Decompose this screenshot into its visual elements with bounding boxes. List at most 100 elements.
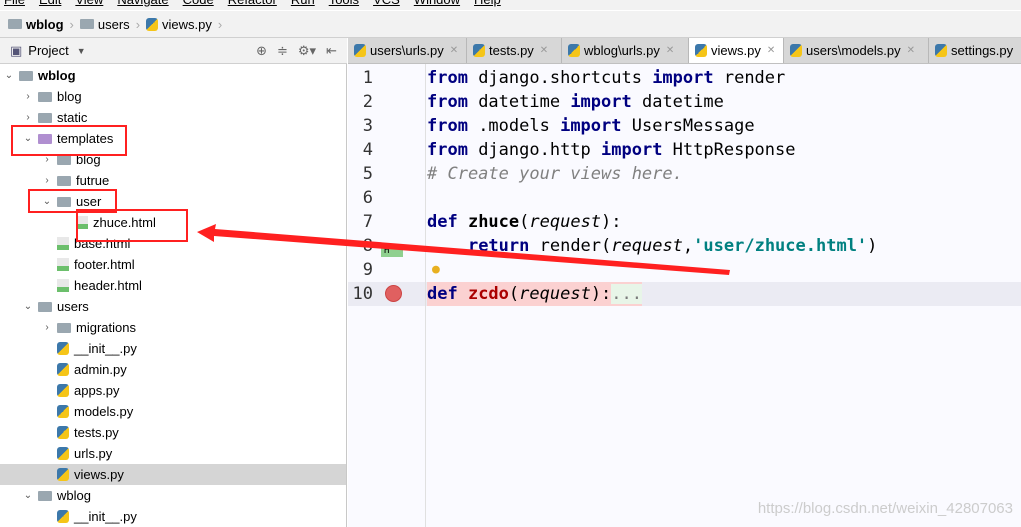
tree-item[interactable]: __init__.py [0, 338, 346, 359]
folder-icon [79, 19, 94, 29]
python-file-icon [695, 44, 707, 57]
close-icon[interactable]: ✕ [767, 45, 775, 56]
tree-item[interactable]: base.html [0, 233, 346, 254]
python-file-icon [57, 405, 69, 418]
tab[interactable]: users\urls.py ✕ [348, 38, 467, 63]
tree-item[interactable]: › blog [0, 86, 346, 107]
menu-item[interactable]: Help [474, 0, 501, 10]
gear-icon[interactable]: ⚙▾ [298, 43, 316, 59]
lightbulb-icon[interactable]: ● [432, 258, 440, 282]
tree-item[interactable]: urls.py [0, 443, 346, 464]
line-number: 8 [362, 236, 373, 256]
chevron-right-icon[interactable]: › [42, 154, 52, 165]
tab-label: users\models.py [806, 43, 901, 58]
menu-item[interactable]: VCS [373, 0, 400, 10]
tree-item[interactable]: views.py [0, 464, 346, 485]
menu-item[interactable]: Run [291, 0, 315, 10]
line-number: 4 [362, 140, 373, 160]
tree-item[interactable]: __init__.py [0, 506, 346, 527]
close-icon[interactable]: ✕ [666, 45, 674, 56]
tree-item-label: futrue [76, 173, 110, 188]
html-template-gutter-icon[interactable]: H [381, 246, 403, 257]
python-file-icon [57, 384, 69, 397]
code-line: 4 from django.http import HttpResponse [348, 138, 1021, 162]
tree-item[interactable]: header.html [0, 275, 346, 296]
project-dropdown[interactable]: Project [28, 43, 68, 58]
tab[interactable]: settings.py [929, 38, 1021, 63]
chevron-down-icon[interactable]: ⌄ [23, 490, 33, 501]
chevron-right-icon: › [135, 16, 141, 32]
tree-item[interactable]: ⌄ templates [0, 128, 346, 149]
line-number: 10 [352, 284, 373, 304]
tree-item[interactable]: ⌄ users [0, 296, 346, 317]
code-line: 9 ● [348, 258, 1021, 282]
tree-item[interactable]: apps.py [0, 380, 346, 401]
breadcrumb-users[interactable]: users [79, 17, 130, 32]
tree-item-label: static [57, 110, 88, 125]
menu-item[interactable]: Navigate [117, 0, 168, 10]
close-icon[interactable]: ✕ [540, 45, 548, 56]
line-number: 6 [362, 188, 373, 208]
tree-item[interactable]: footer.html [0, 254, 346, 275]
breadcrumb-wblog[interactable]: wblog [8, 17, 64, 32]
line-number: 2 [362, 92, 373, 112]
chevron-right-icon[interactable]: › [23, 91, 33, 102]
menu-item[interactable]: Refactor [228, 0, 277, 10]
project-toolbar: ▣ Project ▼ ⊕ ≑ ⚙▾ ⇤ [0, 38, 347, 64]
tree-item[interactable]: ⌄ wblog [0, 485, 346, 506]
chevron-right-icon[interactable]: › [23, 112, 33, 123]
folder-icon [38, 301, 52, 312]
chevron-down-icon[interactable]: ⌄ [23, 301, 33, 312]
tree-item-label: admin.py [74, 362, 127, 377]
collapse-all-icon[interactable]: ≑ [277, 43, 288, 59]
tree-item-label: apps.py [74, 383, 120, 398]
html-file-icon [76, 216, 88, 229]
chevron-down-icon[interactable]: ⌄ [23, 133, 33, 144]
tree-item[interactable]: › static [0, 107, 346, 128]
menu-item[interactable]: Window [414, 0, 460, 10]
tree-item[interactable]: ⌄ wblog [0, 65, 346, 86]
chevron-down-icon[interactable]: ▼ [77, 46, 86, 56]
menu-item[interactable]: Edit [39, 0, 61, 10]
close-icon[interactable]: ✕ [907, 45, 915, 56]
line-number: 9 [362, 260, 373, 280]
folded-code[interactable]: ... [611, 284, 643, 304]
chevron-right-icon[interactable]: › [42, 175, 52, 186]
tab[interactable]: wblog\urls.py ✕ [562, 38, 689, 63]
tree-item[interactable]: models.py [0, 401, 346, 422]
tree-item-label: migrations [76, 320, 136, 335]
breadcrumb-views[interactable]: views.py [146, 17, 212, 32]
menu-item[interactable]: Code [183, 0, 214, 10]
python-file-icon [57, 468, 69, 481]
close-icon[interactable]: ✕ [450, 45, 458, 56]
tab[interactable]: users\models.py ✕ [784, 38, 929, 63]
tree-item[interactable]: › futrue [0, 170, 346, 191]
menu-item[interactable]: File [4, 0, 25, 10]
tree-item[interactable]: tests.py [0, 422, 346, 443]
python-file-icon [57, 363, 69, 376]
folder-icon [57, 175, 71, 186]
tree-item[interactable]: › migrations [0, 317, 346, 338]
breakpoint-icon[interactable] [385, 285, 402, 302]
tree-item[interactable]: › blog [0, 149, 346, 170]
chevron-down-icon[interactable]: ⌄ [4, 70, 14, 81]
tree-item[interactable]: ⌄ user [0, 191, 346, 212]
tab[interactable]: tests.py ✕ [467, 38, 562, 63]
code-line: 2 from datetime import datetime [348, 90, 1021, 114]
folder-icon [19, 70, 33, 81]
tree-item[interactable]: zhuce.html [0, 212, 346, 233]
chevron-down-icon[interactable]: ⌄ [42, 196, 52, 207]
tab-label: settings.py [951, 43, 1014, 58]
tree-item-label: wblog [57, 488, 91, 503]
chevron-right-icon[interactable]: › [42, 322, 52, 333]
menu-item[interactable]: Tools [329, 0, 359, 10]
locate-icon[interactable]: ⊕ [256, 43, 267, 59]
menu-item[interactable]: View [75, 0, 103, 10]
menu-bar: File Edit View Navigate Code Refactor Run Tools… [0, 0, 1021, 10]
folder-icon [38, 91, 52, 102]
hide-icon[interactable]: ⇤ [326, 43, 337, 59]
watermark: https://blog.csdn.net/weixin_42807063 [757, 500, 1013, 517]
tree-item[interactable]: admin.py [0, 359, 346, 380]
code-editor[interactable]: 1 from django.shortcuts import render 2 fr… [348, 64, 1021, 527]
tab[interactable]: views.py ✕ [689, 38, 784, 63]
